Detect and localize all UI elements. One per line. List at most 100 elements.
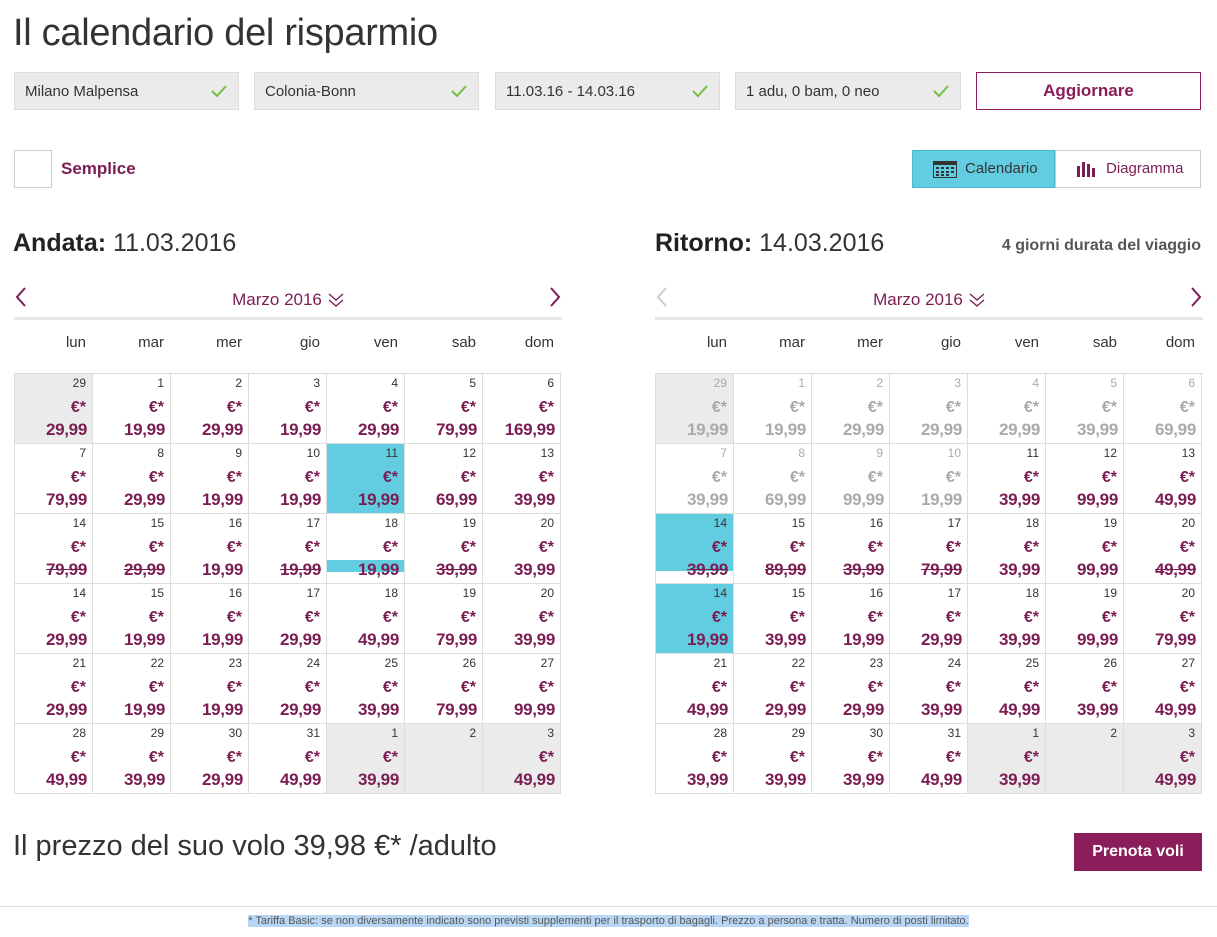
calendar-day-cell[interactable]: 24 €* 29,99 (249, 654, 327, 724)
calendar-day-cell[interactable]: 28 €* 39,99 (656, 724, 734, 794)
calendar-day-cell[interactable]: 14 €* 39,99 (656, 514, 734, 584)
calendar-day-cell[interactable]: 15 €* 29,99 (93, 514, 171, 584)
calendar-day-cell[interactable]: 12 €* 69,99 (405, 444, 483, 514)
calendar-day-cell[interactable]: 26 €* 79,99 (405, 654, 483, 724)
next-month-icon[interactable] (1189, 286, 1203, 308)
calendar-day-cell[interactable]: 21 €* 49,99 (656, 654, 734, 724)
destination-field[interactable]: Colonia-Bonn (254, 72, 479, 110)
calendar-day-cell[interactable]: 24 €* 39,99 (890, 654, 968, 724)
calendar-week-row: 14 €* 29,99 15 €* 19,99 16 €* 19,99 17 €* 29,99 18 €*… (15, 584, 562, 654)
calendar-day-cell[interactable]: 1 €* 19,99 (93, 374, 171, 444)
calendar-day-cell[interactable]: 10 €* 19,99 (249, 444, 327, 514)
calendar-day-cell[interactable]: 13 €* 39,99 (483, 444, 561, 514)
day-price: 29,99 (842, 420, 884, 439)
weekday-label: sab (451, 334, 476, 351)
calendar-day-cell[interactable]: 7 €* 79,99 (15, 444, 93, 514)
day-price: 39,99 (998, 560, 1040, 579)
calendar-day-cell[interactable]: 13 €* 49,99 (1124, 444, 1202, 514)
diagram-view-button[interactable]: Diagramma (1055, 150, 1201, 188)
calendar-day-cell[interactable]: 11 €* 39,99 (968, 444, 1046, 514)
calendar-day-cell[interactable]: 6 €* 169,99 (483, 374, 561, 444)
calendar-day-cell[interactable]: 31 €* 49,99 (890, 724, 968, 794)
day-number: 15 (791, 516, 805, 530)
next-month-icon[interactable] (548, 286, 562, 308)
calendar-day-cell[interactable]: 1 €* 39,99 (327, 724, 405, 794)
calendar-day-cell: 9 €* 99,99 (812, 444, 890, 514)
calendar-day-cell[interactable]: 22 €* 29,99 (734, 654, 812, 724)
calendar-day-cell[interactable]: 30 €* 29,99 (171, 724, 249, 794)
book-flights-button[interactable]: Prenota voli (1074, 833, 1202, 871)
bar-chart-icon (1077, 162, 1095, 177)
calendar-day-cell[interactable]: 14 €* 19,99 (656, 584, 734, 654)
calendar-day-cell[interactable]: 15 €* 39,99 (734, 584, 812, 654)
calendar-day-cell[interactable]: 18 €* 19,99 (327, 514, 405, 584)
calendar-day-cell[interactable]: 15 €* 19,99 (93, 584, 171, 654)
day-number: 12 (462, 446, 476, 460)
update-button[interactable]: Aggiornare (976, 72, 1201, 110)
calendar-day-cell[interactable]: 25 €* 39,99 (327, 654, 405, 724)
calendar-day-cell[interactable]: 3 €* 49,99 (1124, 724, 1202, 794)
calendar-day-cell[interactable]: 16 €* 39,99 (812, 514, 890, 584)
calendar-day-cell[interactable]: 16 €* 19,99 (171, 584, 249, 654)
calendar-day-cell[interactable]: 29 €* 29,99 (15, 374, 93, 444)
calendar-day-cell[interactable]: 18 €* 49,99 (327, 584, 405, 654)
simple-label[interactable]: Semplice (61, 159, 136, 179)
calendar-day-cell[interactable]: 23 €* 29,99 (812, 654, 890, 724)
calendar-day-cell[interactable]: 14 €* 79,99 (15, 514, 93, 584)
calendar-day-cell[interactable]: 20 €* 39,99 (483, 584, 561, 654)
day-number: 6 (547, 376, 554, 390)
return-month-selector[interactable]: Marzo 2016 (655, 290, 1203, 310)
origin-field[interactable]: Milano Malpensa (14, 72, 239, 110)
calendar-day-cell[interactable]: 17 €* 29,99 (249, 584, 327, 654)
calendar-day-cell[interactable]: 17 €* 19,99 (249, 514, 327, 584)
calendar-day-cell[interactable]: 1 €* 39,99 (968, 724, 1046, 794)
calendar-day-cell[interactable]: 19 €* 39,99 (405, 514, 483, 584)
calendar-day-cell[interactable]: 8 €* 29,99 (93, 444, 171, 514)
calendar-day-cell[interactable]: 20 €* 39,99 (483, 514, 561, 584)
calendar-day-cell[interactable]: 22 €* 19,99 (93, 654, 171, 724)
calendar-day-cell[interactable]: 12 €* 99,99 (1046, 444, 1124, 514)
calendar-day-cell[interactable]: 11 €* 19,99 (327, 444, 405, 514)
calendar-day-cell[interactable]: 16 €* 19,99 (171, 514, 249, 584)
day-price: 39,99 (998, 490, 1040, 509)
calendar-day-cell[interactable]: 17 €* 29,99 (890, 584, 968, 654)
calendar-day-cell[interactable]: 16 €* 19,99 (812, 584, 890, 654)
price-currency: €* (70, 609, 86, 626)
day-number: 7 (720, 446, 727, 460)
calendar-day-cell[interactable]: 19 €* 99,99 (1046, 514, 1124, 584)
day-price: 79,99 (435, 420, 477, 439)
passengers-field[interactable]: 1 adu, 0 bam, 0 neo (735, 72, 961, 110)
simple-checkbox[interactable] (14, 150, 52, 188)
calendar-day-cell[interactable]: 15 €* 89,99 (734, 514, 812, 584)
calendar-day-cell[interactable]: 19 €* 99,99 (1046, 584, 1124, 654)
calendar-day-cell[interactable]: 29 €* 39,99 (93, 724, 171, 794)
calendar-day-cell: 5 €* 39,99 (1046, 374, 1124, 444)
calendar-day-cell[interactable]: 18 €* 39,99 (968, 514, 1046, 584)
calendar-day-cell[interactable]: 27 €* 99,99 (483, 654, 561, 724)
calendar-day-cell[interactable]: 25 €* 49,99 (968, 654, 1046, 724)
calendar-day-cell[interactable]: 4 €* 29,99 (327, 374, 405, 444)
calendar-day-cell[interactable]: 3 €* 19,99 (249, 374, 327, 444)
price-currency: €* (538, 609, 554, 626)
calendar-day-cell[interactable]: 19 €* 79,99 (405, 584, 483, 654)
calendar-day-cell[interactable]: 3 €* 49,99 (483, 724, 561, 794)
calendar-day-cell[interactable]: 2 €* 29,99 (171, 374, 249, 444)
calendar-day-cell[interactable]: 20 €* 49,99 (1124, 514, 1202, 584)
calendar-day-cell[interactable]: 18 €* 39,99 (968, 584, 1046, 654)
calendar-day-cell[interactable]: 20 €* 79,99 (1124, 584, 1202, 654)
calendar-day-cell[interactable]: 14 €* 29,99 (15, 584, 93, 654)
calendar-day-cell[interactable]: 23 €* 19,99 (171, 654, 249, 724)
calendar-day-cell[interactable]: 26 €* 39,99 (1046, 654, 1124, 724)
calendar-day-cell[interactable]: 30 €* 39,99 (812, 724, 890, 794)
dates-field[interactable]: 11.03.16 - 14.03.16 (495, 72, 720, 110)
calendar-day-cell[interactable]: 9 €* 19,99 (171, 444, 249, 514)
calendar-day-cell[interactable]: 31 €* 49,99 (249, 724, 327, 794)
calendar-day-cell[interactable]: 5 €* 79,99 (405, 374, 483, 444)
calendar-day-cell[interactable]: 28 €* 49,99 (15, 724, 93, 794)
calendar-day-cell[interactable]: 29 €* 39,99 (734, 724, 812, 794)
calendar-day-cell[interactable]: 27 €* 49,99 (1124, 654, 1202, 724)
calendar-day-cell[interactable]: 17 €* 79,99 (890, 514, 968, 584)
calendar-view-button[interactable]: Calendario (912, 150, 1055, 188)
calendar-day-cell[interactable]: 21 €* 29,99 (15, 654, 93, 724)
outbound-month-selector[interactable]: Marzo 2016 (14, 290, 562, 310)
